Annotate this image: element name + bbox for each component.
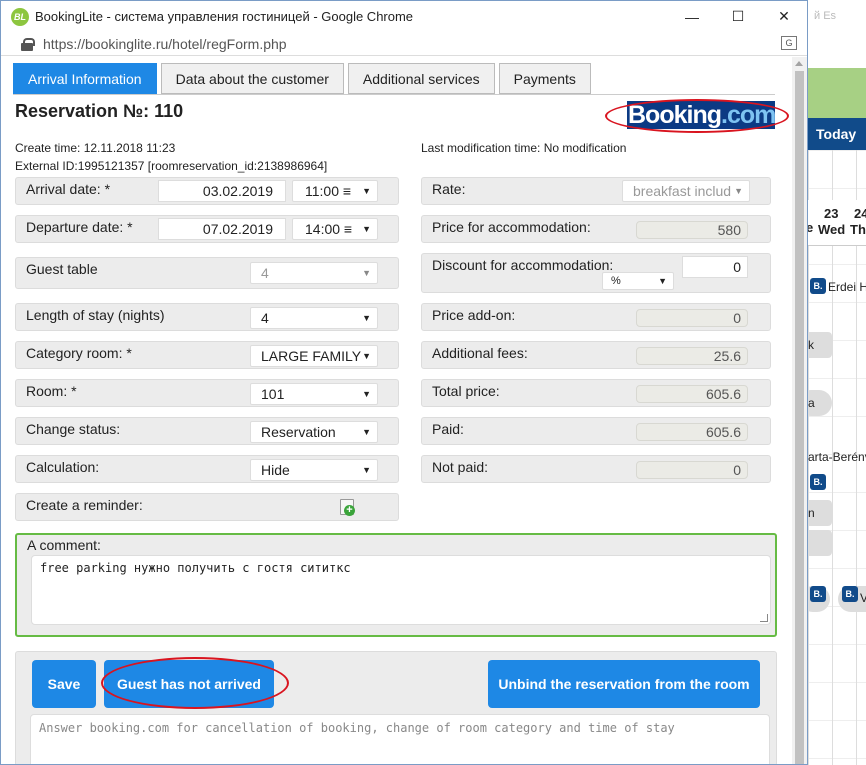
scroll-thumb[interactable]	[795, 71, 804, 764]
room-row: Room: * 101	[15, 379, 399, 407]
url-text[interactable]: https://bookinglite.ru/hotel/regForm.php	[43, 36, 287, 52]
external-id: External ID:1995121357 [roomreservation_…	[15, 159, 328, 173]
calendar-booking[interactable]: Erdei H	[828, 280, 866, 294]
window-title: BookingLite - система управления гостини…	[35, 9, 414, 24]
rate-row: Rate: breakfast includ	[421, 177, 771, 205]
comment-section: A comment: free parking нужно получить с…	[15, 533, 777, 637]
comment-textarea[interactable]: free parking нужно получить с гостя сити…	[31, 555, 771, 625]
address-bar[interactable]: https://bookinglite.ru/hotel/regForm.php	[1, 32, 807, 56]
calendar-day-header: e 23 Wed 24 Th	[808, 200, 866, 246]
calendar-booking-chip[interactable]: B. V	[838, 586, 866, 612]
title-bar[interactable]: BL BookingLite - система управления гост…	[1, 1, 807, 32]
scroll-up-icon[interactable]	[795, 61, 803, 66]
price-accommodation-value: 580	[636, 221, 748, 239]
length-of-stay-row: Length of stay (nights) 4	[15, 303, 399, 331]
tab-customer-data[interactable]: Data about the customer	[160, 63, 344, 94]
unbind-room-button[interactable]: Unbind the reservation from the room	[488, 660, 760, 708]
calculation-select[interactable]: Hide	[250, 459, 378, 481]
departure-time-select[interactable]: 14:00 ≡	[292, 218, 378, 240]
create-time: Create time: 12.11.2018 11:23	[15, 141, 176, 155]
today-button[interactable]: Today	[808, 118, 866, 150]
arrival-time-select[interactable]: 11:00 ≡	[292, 180, 378, 202]
discount-row: Discount for accommodation: 0 %	[421, 253, 771, 293]
room-select[interactable]: 101	[250, 383, 378, 405]
minimize-icon[interactable]: —	[669, 1, 715, 32]
discount-input[interactable]: 0	[682, 256, 748, 278]
scrollbar[interactable]	[792, 57, 807, 764]
resize-grip-icon[interactable]	[760, 614, 768, 622]
booking-badge[interactable]: B.	[810, 474, 826, 490]
background-green-band	[808, 68, 866, 118]
price-addon-value: 0	[636, 309, 748, 327]
departure-date-input[interactable]: 07.02.2019	[158, 218, 286, 240]
arrival-date-row: Arrival date: * 03.02.2019 11:00 ≡	[15, 177, 399, 205]
not-paid-value: 0	[636, 461, 748, 479]
rate-select[interactable]: breakfast includ	[622, 180, 750, 202]
price-row: Price for accommodation: 580	[421, 215, 771, 243]
bookinglite-logo-icon: BL	[11, 7, 29, 26]
browser-window: BL BookingLite - система управления гост…	[0, 0, 808, 765]
tab-payments[interactable]: Payments	[498, 63, 591, 94]
arrival-date-input[interactable]: 03.02.2019	[158, 180, 286, 202]
paid-value: 605.6	[636, 423, 748, 441]
total-price-value: 605.6	[636, 385, 748, 403]
translate-icon[interactable]: G	[781, 36, 797, 50]
price-addon-row: Price add-on: 0	[421, 303, 771, 331]
additional-fees-row: Additional fees: 25.6	[421, 341, 771, 369]
highlight-ellipse	[605, 99, 789, 133]
save-button[interactable]: Save	[32, 660, 96, 708]
last-modification: Last modification time: No modification	[421, 141, 627, 155]
paid-row: Paid: 605.6	[421, 417, 771, 445]
calendar-booking[interactable]: arta-Berénv	[808, 450, 866, 464]
guest-table-select[interactable]: 4	[250, 262, 378, 284]
background-top: й Es	[808, 0, 866, 40]
maximize-icon[interactable]: ☐	[715, 1, 761, 32]
window-controls: — ☐ ✕	[669, 1, 807, 32]
calculation-row: Calculation: Hide	[15, 455, 399, 483]
not-paid-row: Not paid: 0	[421, 455, 771, 483]
calendar-booking-chip[interactable]: n	[808, 500, 832, 526]
calendar-booking-chip[interactable]	[808, 530, 832, 556]
category-room-select[interactable]: LARGE FAMILY	[250, 345, 378, 367]
background-app: й Es Today e 23 Wed 24 Th B. Erdei H k a…	[808, 0, 866, 765]
tab-bar: Arrival Information Data about the custo…	[13, 63, 591, 94]
booking-answer-textarea[interactable]: Answer booking.com for cancellation of b…	[30, 714, 770, 764]
reminder-row: Create a reminder:	[15, 493, 399, 521]
additional-fees-value: 25.6	[636, 347, 748, 365]
guest-table-row: Guest table 4	[15, 257, 399, 289]
page-title: Reservation №: 110	[15, 101, 184, 121]
highlight-ellipse	[101, 657, 289, 709]
departure-date-row: Departure date: * 07.02.2019 14:00 ≡	[15, 215, 399, 243]
booking-badge[interactable]: B.	[810, 278, 826, 294]
close-icon[interactable]: ✕	[761, 1, 807, 32]
length-of-stay-select[interactable]: 4	[250, 307, 378, 329]
lock-icon[interactable]	[21, 37, 35, 51]
total-price-row: Total price: 605.6	[421, 379, 771, 407]
divider	[13, 94, 775, 95]
category-room-row: Category room: * LARGE FAMILY	[15, 341, 399, 369]
add-reminder-icon[interactable]	[340, 499, 355, 516]
discount-unit-select[interactable]: %	[602, 272, 674, 290]
reservation-form: Arrival Information Data about the custo…	[1, 57, 793, 764]
tab-arrival-information[interactable]: Arrival Information	[13, 63, 157, 94]
status-select[interactable]: Reservation	[250, 421, 378, 443]
calendar-booking-chip[interactable]: k	[808, 332, 832, 358]
tab-additional-services[interactable]: Additional services	[347, 63, 495, 94]
change-status-row: Change status: Reservation	[15, 417, 399, 445]
